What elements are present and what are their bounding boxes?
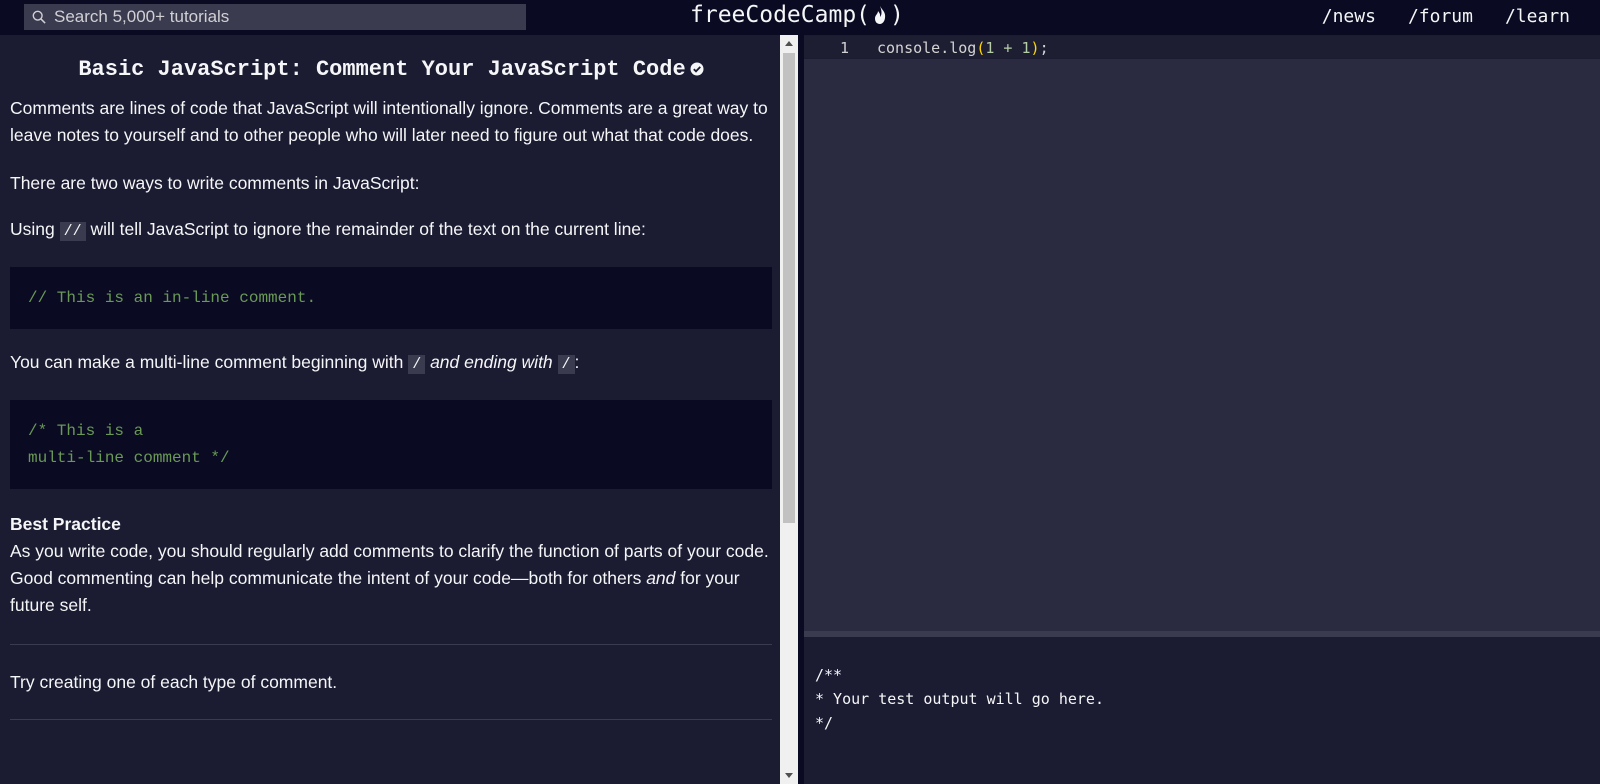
best-practice-text: As you write code, you should regularly … <box>10 538 772 619</box>
text-segment: will tell JavaScript to ignore the remai… <box>85 219 646 239</box>
freecodecamp-logo[interactable]: freeCodeCamp( ) <box>690 2 904 28</box>
best-practice-title: Best Practice <box>10 514 121 534</box>
best-practice-section: Best Practice As you write code, you sho… <box>10 511 772 619</box>
nav-links: /news /forum /learn <box>1322 6 1570 27</box>
test-output-text: /** * Your test output will go here. */ <box>815 666 1104 732</box>
test-output-panel: /** * Your test output will go here. */ <box>804 637 1600 784</box>
instructions-scrollbar[interactable] <box>780 35 798 784</box>
search-input[interactable] <box>54 7 514 27</box>
line-number: 1 <box>840 39 850 57</box>
text-segment: Using <box>10 219 60 239</box>
logo-text-right: ) <box>890 2 904 28</box>
search-bar[interactable] <box>24 4 526 30</box>
scroll-up-arrow-icon[interactable] <box>785 41 793 46</box>
code-editor[interactable]: 1 console.log(1 + 1); <box>804 35 1600 631</box>
nav-link-forum[interactable]: /forum <box>1408 6 1473 27</box>
code-block-multiline-comment: /* This is a multi-line comment */ <box>10 400 772 489</box>
scrollbar-thumb[interactable] <box>783 53 795 523</box>
nav-link-news[interactable]: /news <box>1322 6 1376 27</box>
flame-icon <box>875 6 886 24</box>
paragraph-inline-usage: Using // will tell JavaScript to ignore … <box>10 216 772 245</box>
instructions-pane: Basic JavaScript: Comment Your JavaScrip… <box>0 35 780 784</box>
search-icon <box>32 10 46 24</box>
paragraph-two-ways: There are two ways to write comments in … <box>10 173 420 193</box>
inline-code-slashes: // <box>59 222 86 241</box>
check-circle-icon <box>690 62 704 76</box>
nav-link-learn[interactable]: /learn <box>1505 6 1570 27</box>
editor-line-1[interactable]: 1 console.log(1 + 1); <box>804 35 1600 59</box>
text-segment-italic: and <box>646 568 676 588</box>
code-token: console.log <box>877 39 977 57</box>
scroll-down-arrow-icon[interactable] <box>785 773 793 778</box>
logo-text-left: freeCodeCamp( <box>690 2 871 28</box>
text-segment: : <box>574 352 580 372</box>
inline-code-open: / <box>408 355 426 374</box>
code-token: ; <box>1039 39 1049 57</box>
divider <box>10 644 772 645</box>
code-block-inline-comment: // This is an in-line comment. <box>10 267 772 329</box>
paragraph-multiline-usage: You can make a multi-line comment beginn… <box>10 349 772 378</box>
divider <box>10 719 772 720</box>
paragraph-intro: Comments are lines of code that JavaScri… <box>10 98 768 145</box>
challenge-title: Basic JavaScript: Comment Your JavaScrip… <box>10 55 772 85</box>
text-segment: You can make a multi-line comment beginn… <box>10 352 409 372</box>
task-text: Try creating one of each type of comment… <box>10 672 338 692</box>
text-segment-italic: and ending with <box>425 352 558 372</box>
top-nav: freeCodeCamp( ) /news /forum /learn <box>0 0 1600 35</box>
challenge-title-text: Basic JavaScript: Comment Your JavaScrip… <box>78 57 686 82</box>
code-line[interactable]: console.log(1 + 1); <box>877 39 1049 57</box>
inline-code-close: / <box>557 355 575 374</box>
code-token-paren: ) <box>1030 39 1040 57</box>
code-token-expression: 1 + 1 <box>985 39 1031 57</box>
